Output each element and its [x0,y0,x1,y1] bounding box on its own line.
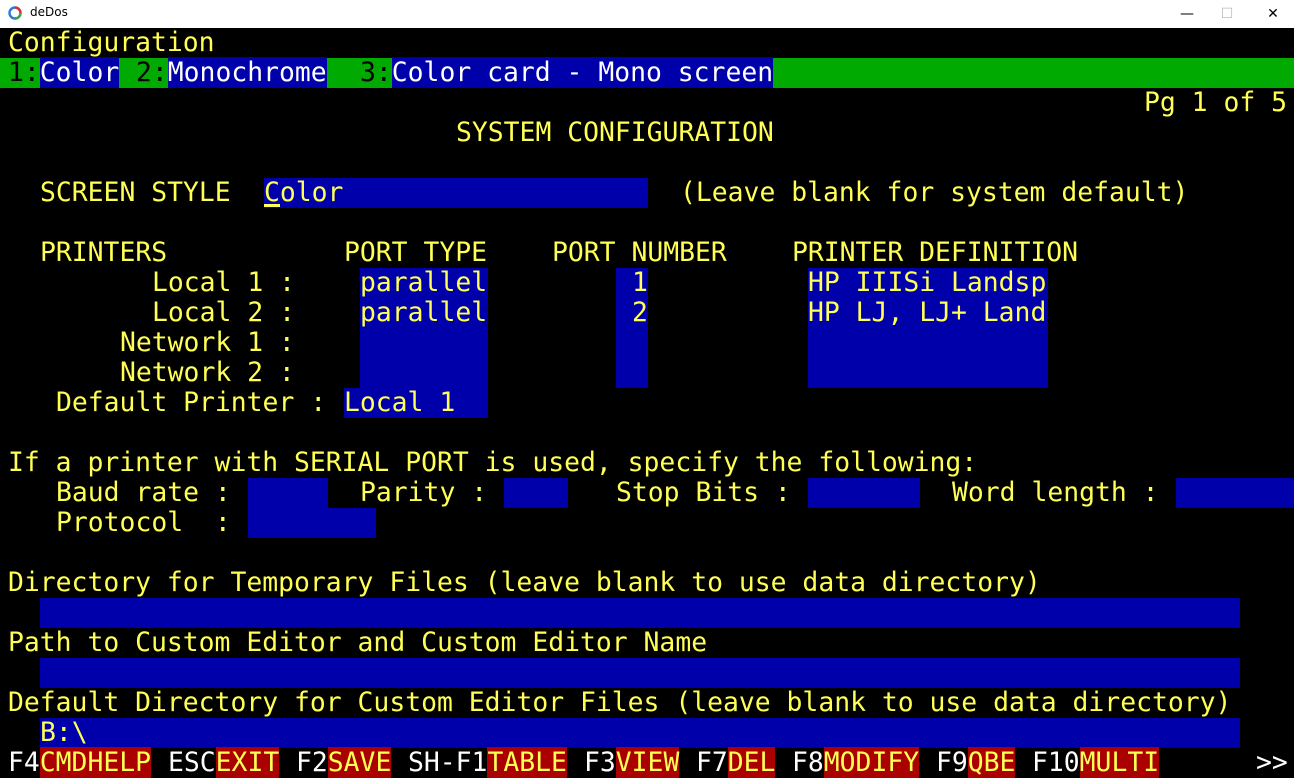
temp-dir-label: Directory for Temporary Files (leave bla… [8,567,1041,598]
parity-field[interactable] [504,478,568,508]
fkey-table-key: SH-F1 [408,747,488,778]
menu-key-2: 2: [136,57,168,88]
protocol-label: Protocol : [56,507,231,538]
port-type-network-1[interactable] [360,328,488,358]
printer-label-network-1: Network 1 : [120,327,295,358]
serial-intro: If a printer with SERIAL PORT is used, s… [8,447,978,478]
screen-style-label: SCREEN STYLE [40,177,231,208]
default-printer-value: Local 1 [344,387,456,418]
printer-label-local-1: Local 1 : [152,267,295,298]
printer-definition-network-1[interactable] [808,328,1048,358]
port-number-local-2[interactable]: 2 [632,298,648,328]
page-title: SYSTEM CONFIGURATION [456,117,774,148]
editor-path-label: Path to Custom Editor and Custom Editor … [8,627,708,658]
editor-path-field[interactable] [40,658,1240,688]
fkey-exit-label: EXIT [215,747,280,778]
fkey-qbe-label: QBE [967,747,1016,778]
menu-key-1: 1: [8,57,40,88]
fkey-view[interactable]: F3VIEW [584,747,680,778]
menu-label-color: Color [39,57,120,88]
parity-label: Parity : [360,477,488,508]
baud-rate-label: Baud rate : [56,477,231,508]
printer-definition-local-1[interactable]: HP IIISi Landsp [808,268,1048,298]
printer-definition-header: PRINTER DEFINITION [792,237,1078,268]
port-type-header: PORT TYPE [344,237,487,268]
menu-option-monochrome[interactable]: 2:Monochrome [136,57,327,88]
port-number-header: PORT NUMBER [552,237,727,268]
fkey-cmdhelp[interactable]: F4CMDHELP [8,747,152,778]
fkey-save-key: F2 [296,747,328,778]
port-type-local-1[interactable]: parallel [360,268,488,298]
fkey-qbe-key: F9 [936,747,968,778]
fkey-view-key: F3 [584,747,616,778]
fkey-save[interactable]: F2SAVE [296,747,392,778]
printer-definition-network-2[interactable] [808,358,1048,388]
word-length-field[interactable] [1176,478,1294,508]
fkey-multi[interactable]: F10MULTI [1032,747,1160,778]
maximize-button[interactable]: ☐ [1204,0,1250,28]
fkey-multi-key: F10 [1032,747,1080,778]
word-length-label: Word length : [952,477,1159,508]
stop-bits-label: Stop Bits : [616,477,791,508]
dedos-app-icon [8,6,22,20]
screen-header: Configuration [8,27,215,58]
temp-dir-field[interactable] [40,598,1240,628]
port-type-network-2[interactable] [360,358,488,388]
fkey-modify[interactable]: F8MODIFY [792,747,920,778]
printer-label-local-2: Local 2 : [152,297,295,328]
fkey-del-label: DEL [727,747,776,778]
page-indicator: Pg 1 of 5 [1144,87,1287,118]
fkey-table-label: TABLE [487,747,567,778]
menu-option-color[interactable]: 1:Color [8,57,120,88]
fkey-del-key: F7 [696,747,728,778]
fkey-view-label: VIEW [615,747,680,778]
stop-bits-field[interactable] [808,478,920,508]
fkey-cmdhelp-key: F4 [8,747,40,778]
text-cursor [264,204,280,207]
menu-label-color-mono: Color card - Mono screen [391,57,774,88]
fkey-qbe[interactable]: F9QBE [936,747,1016,778]
fkey-multi-label: MULTI [1079,747,1160,778]
editor-dir-label: Default Directory for Custom Editor File… [8,687,1232,718]
fkey-modify-label: MODIFY [823,747,920,778]
editor-dir-field[interactable] [40,718,1240,748]
window-title: deDos [30,5,68,19]
menu-key-3: 3: [360,57,392,88]
printer-definition-local-2[interactable]: HP LJ, LJ+ Land [808,298,1048,328]
menu-label-monochrome: Monochrome [167,57,327,88]
port-number-network-2[interactable] [616,358,648,388]
baud-rate-field[interactable] [248,478,328,508]
fkey-save-label: SAVE [327,747,392,778]
port-type-local-2[interactable]: parallel [360,298,488,328]
printers-header: PRINTERS [40,237,168,268]
port-number-network-1[interactable] [616,328,648,358]
fkey-modify-key: F8 [792,747,824,778]
close-button[interactable]: ✕ [1250,0,1294,28]
protocol-field[interactable] [248,508,376,538]
port-number-local-1[interactable]: 1 [632,268,648,298]
dos-screen: Configuration 1:Color 2:Monochrome 3:Col… [0,27,1294,778]
menu-option-color-mono[interactable]: 3:Color card - Mono screen [360,57,774,88]
fkey-exit-key: ESC [168,747,216,778]
fkey-cmdhelp-label: CMDHELP [39,747,152,778]
screen-style-hint: (Leave blank for system default) [680,177,1189,208]
fkey-table[interactable]: SH-F1TABLE [408,747,567,778]
window-titlebar: deDos — ☐ ✕ [0,0,1294,28]
fkey-exit[interactable]: ESCEXIT [168,747,280,778]
fkey-del[interactable]: F7DEL [696,747,776,778]
default-printer-label: Default Printer : [56,387,327,418]
editor-dir-value: B:\ [40,717,88,748]
more-keys-indicator[interactable]: >> [1256,748,1288,778]
printer-label-network-2: Network 2 : [120,357,295,388]
